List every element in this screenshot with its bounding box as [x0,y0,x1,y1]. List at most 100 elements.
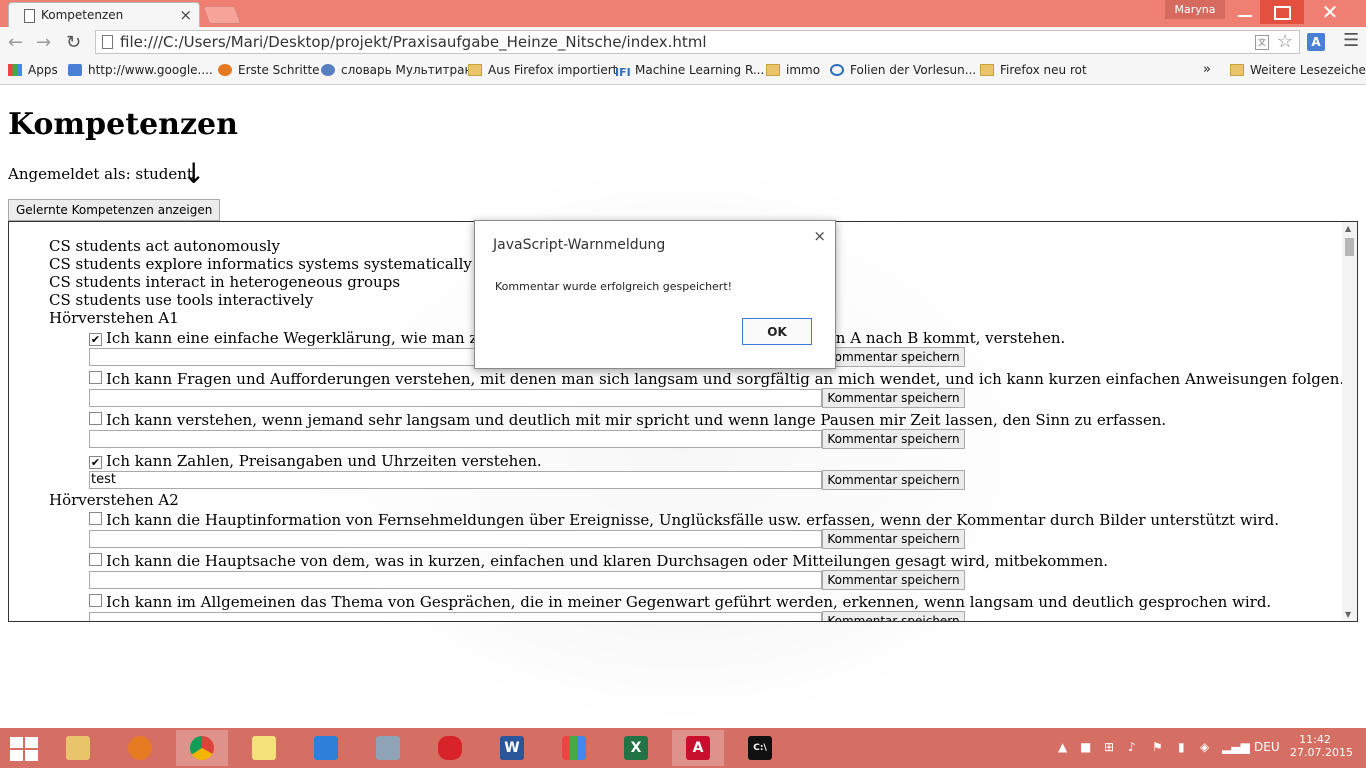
reload-button[interactable]: ↻ [66,32,81,53]
file-explorer-icon[interactable] [52,730,104,766]
competence-checkbox[interactable] [89,412,102,425]
bookmark-google[interactable]: http://www.google.... [68,63,213,77]
comment-input[interactable] [89,571,822,589]
word-icon[interactable]: W [486,730,538,766]
bookmark-erste-schritte[interactable]: Erste Schritte [218,63,320,77]
scrollbar-thumb[interactable] [1345,238,1354,256]
battery-icon[interactable]: ▮ [1178,740,1185,754]
antivirus-tray-icon[interactable]: ■ [1080,740,1091,754]
sticky-notes-icon[interactable] [238,730,290,766]
volume-icon[interactable]: ♪ [1128,740,1136,754]
tab-title: Kompetenzen [41,8,124,22]
dialog-close-icon[interactable]: × [813,227,826,245]
competence-item: Ich kann verstehen, wenn jemand sehr lan… [89,411,1166,429]
close-window-button[interactable]: ✕ [1308,0,1352,24]
bookmark-star-icon[interactable]: ☆ [1277,31,1293,52]
windows-taskbar: W X A C:\ ▲ ■ ⊞ ♪ ⚑ ▮ ◈ ▂▄▆ DEU 11:42 27… [0,728,1366,768]
show-competences-button[interactable]: Gelernte Kompetenzen anzeigen [8,199,221,221]
cmd-icon[interactable]: C:\ [734,730,786,766]
save-comment-button[interactable]: Kommentar speichern [822,529,965,549]
tray-expand-icon[interactable]: ▲ [1058,740,1067,754]
comment-input[interactable] [89,530,822,548]
network-sync-icon[interactable]: ◈ [1200,740,1209,754]
calculator-icon[interactable] [362,730,414,766]
chrome-icon[interactable] [176,730,228,766]
bookmark-folien[interactable]: Folien der Vorlesun... [830,63,976,77]
dialog-ok-button[interactable]: OK [742,318,812,345]
competence-text: Ich kann verstehen, wenn jemand sehr lan… [106,411,1167,429]
comment-input[interactable] [89,612,822,621]
language-indicator[interactable]: DEU [1254,740,1280,754]
competence-checkbox[interactable] [89,594,102,607]
signal-icon[interactable]: ▂▄▆ [1222,740,1250,754]
firefox-icon [218,64,232,76]
paint-icon[interactable] [424,730,476,766]
acrobat-icon[interactable]: A [672,730,724,766]
windows-tray-icon[interactable]: ⊞ [1104,740,1114,754]
ifi-icon: IFI [615,66,631,79]
bookmarks-bar: Apps http://www.google.... Erste Schritt… [0,58,1366,85]
apps-icon[interactable] [548,730,600,766]
competence-item: Ich kann im Allgemeinen das Thema von Ge… [89,593,1271,611]
general-competence: CS students explore informatics systems … [49,255,472,273]
group-heading: Hörverstehen A2 [49,491,179,509]
flag-icon[interactable]: ⚑ [1152,740,1163,754]
save-comment-button[interactable]: Kommentar speichern [822,470,965,490]
save-comment-button[interactable]: Kommentar speichern [822,611,965,621]
new-tab-button[interactable] [202,6,242,24]
competence-checkbox[interactable] [89,371,102,384]
excel-icon[interactable]: X [610,730,662,766]
competence-checkbox[interactable] [89,553,102,566]
competence-text: Ich kann Fragen und Aufforderungen verst… [106,370,1345,388]
profile-badge[interactable]: Maryna [1165,0,1225,19]
bookmark-folder-immo[interactable]: immo [766,63,820,77]
competence-checkbox[interactable]: ✔ [89,333,102,346]
bookmark-machine-learning[interactable]: IFI Machine Learning R... [615,63,764,79]
comment-input[interactable] [89,430,822,448]
dropbox-icon[interactable] [300,730,352,766]
clock[interactable]: 11:42 27.07.2015 [1290,733,1353,759]
translate-icon[interactable]: 文 [1255,35,1269,50]
competence-item: ✔ Ich kann Zahlen, Preisangaben und Uhrze… [89,452,542,470]
bookmark-folder-firefox-neu-rot[interactable]: Firefox neu rot [980,63,1087,77]
chrome-menu-icon[interactable]: ☰ [1343,30,1359,51]
translate-extension-icon[interactable]: A [1307,33,1325,51]
clock-time: 11:42 [1299,733,1331,746]
scroll-down-icon[interactable]: ▼ [1345,610,1351,619]
tab-kompetenzen[interactable]: Kompetenzen × [8,2,200,27]
scrollbar[interactable]: ▲ ▼ [1342,222,1357,621]
save-comment-button[interactable]: Kommentar speichern [822,429,965,449]
group-heading: Hörverstehen A1 [49,309,179,327]
competence-checkbox[interactable] [89,512,102,525]
bookmark-apps[interactable]: Apps [8,63,58,77]
address-bar[interactable]: file:///C:/Users/Mari/Desktop/projekt/Pr… [95,30,1300,54]
competence-text: Ich kann die Hauptinformation von Fernse… [106,511,1280,529]
firefox-icon[interactable] [114,730,166,766]
save-comment-button[interactable]: Kommentar speichern [822,347,965,367]
start-button-icon[interactable] [10,737,38,761]
bookmark-folder-firefox-import[interactable]: Aus Firefox importiert [468,63,617,77]
bookmark-folder-weitere[interactable]: Weitere Lesezeichen [1230,63,1366,77]
logged-in-label: Angemeldet als: student [8,165,193,183]
globe-icon [830,64,844,76]
competence-text: Ich kann im Allgemeinen das Thema von Ge… [106,593,1272,611]
tab-close-icon[interactable]: × [179,6,192,24]
forward-button[interactable]: → [36,32,51,53]
comment-input[interactable] [89,389,822,407]
maximize-button[interactable] [1260,0,1304,24]
arrow-annotation-icon: ↓ [182,157,206,190]
folder-icon [766,64,780,76]
save-comment-button[interactable]: Kommentar speichern [822,388,965,408]
save-comment-button[interactable]: Kommentar speichern [822,570,965,590]
competence-item: Ich kann Fragen und Aufforderungen verst… [89,370,1344,388]
bookmark-multitran[interactable]: словарь Мультитран [321,63,472,77]
back-button[interactable]: ← [8,32,23,53]
more-bookmarks-chevron-icon[interactable]: » [1203,62,1211,77]
scroll-up-icon[interactable]: ▲ [1345,224,1351,233]
apps-grid-icon [8,64,22,76]
dictionary-icon [321,64,335,76]
browser-titlebar: Kompetenzen × Maryna ✕ [0,0,1366,27]
page-icon [102,35,113,49]
competence-checkbox[interactable]: ✔ [89,456,102,469]
comment-input[interactable]: test [89,471,822,489]
